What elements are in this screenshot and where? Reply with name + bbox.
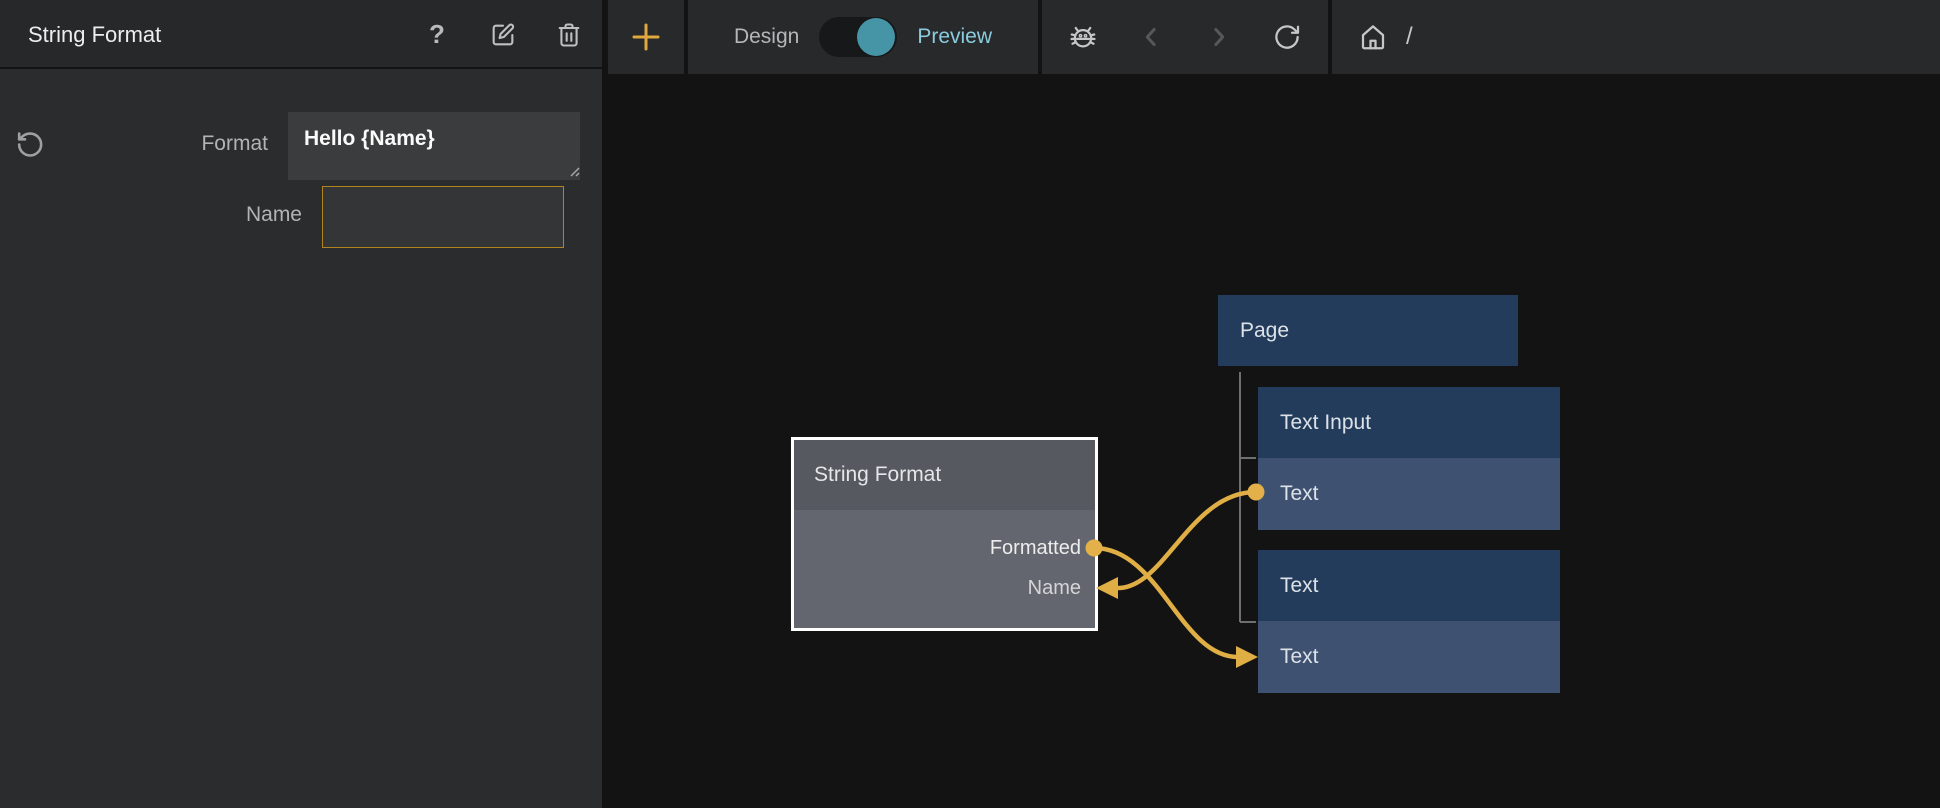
node-string-format-title: String Format [794,440,1095,510]
port-name-input[interactable]: Name [1028,574,1081,602]
help-icon: ? [429,19,445,50]
panel-title: String Format [28,0,161,69]
hierarchy-tree-line [1240,372,1256,622]
edit-button[interactable] [488,20,518,50]
node-string-format[interactable]: String Format Formatted Name [791,437,1098,631]
name-field-label: Name [100,203,302,227]
wire-textinput-to-name [1118,492,1256,588]
wire-formatted-to-text [1094,548,1238,657]
toolbar-add-section [608,0,684,74]
node-text-property-text[interactable]: Text [1258,621,1560,693]
bug-icon [1068,22,1098,52]
chevron-right-icon [1204,22,1234,52]
preview-mode-label[interactable]: Preview [917,25,992,49]
help-button[interactable]: ? [422,20,452,50]
nav-back-button[interactable] [1134,20,1168,54]
delete-button[interactable] [554,20,584,50]
toolbar-breadcrumb-section: / [1332,0,1940,74]
wire-arrowhead-into-text[interactable] [1236,646,1258,668]
wire-arrowhead-into-name[interactable] [1096,577,1118,599]
name-input[interactable] [322,186,564,248]
add-node-button[interactable] [628,19,664,55]
node-text[interactable]: Text Text [1258,550,1560,693]
nav-forward-button[interactable] [1202,20,1236,54]
refresh-button[interactable] [1270,20,1304,54]
undo-icon [14,129,45,160]
textarea-resize-handle[interactable] [566,163,580,177]
design-preview-toggle[interactable] [819,17,897,57]
design-mode-label[interactable]: Design [734,25,799,49]
refresh-icon [1272,22,1302,52]
format-field-label: Format [100,132,268,156]
format-textarea[interactable]: Hello {Name} [288,112,580,180]
toggle-knob [857,18,895,56]
plus-icon [630,21,662,53]
trash-icon [555,21,583,49]
edit-icon [489,21,517,49]
node-text-title: Text [1258,550,1560,621]
node-text-input-property-text[interactable]: Text [1258,458,1560,530]
node-page[interactable]: Page [1218,295,1518,366]
toolbar-mode-section: Design Preview [688,0,1038,74]
properties-panel: String Format ? [0,0,602,808]
debug-button[interactable] [1066,20,1100,54]
node-text-input-title: Text Input [1258,387,1560,458]
node-text-input[interactable]: Text Input Text [1258,387,1560,530]
breadcrumb-path[interactable]: / [1406,23,1413,51]
toolbar-nav-section [1042,0,1328,74]
node-page-title: Page [1218,295,1518,366]
properties-panel-header: String Format ? [0,0,602,69]
home-icon [1358,22,1388,52]
reset-parameters-button[interactable] [12,127,46,161]
home-button[interactable] [1356,20,1390,54]
port-formatted-output[interactable]: Formatted [990,534,1081,562]
chevron-left-icon [1136,22,1166,52]
